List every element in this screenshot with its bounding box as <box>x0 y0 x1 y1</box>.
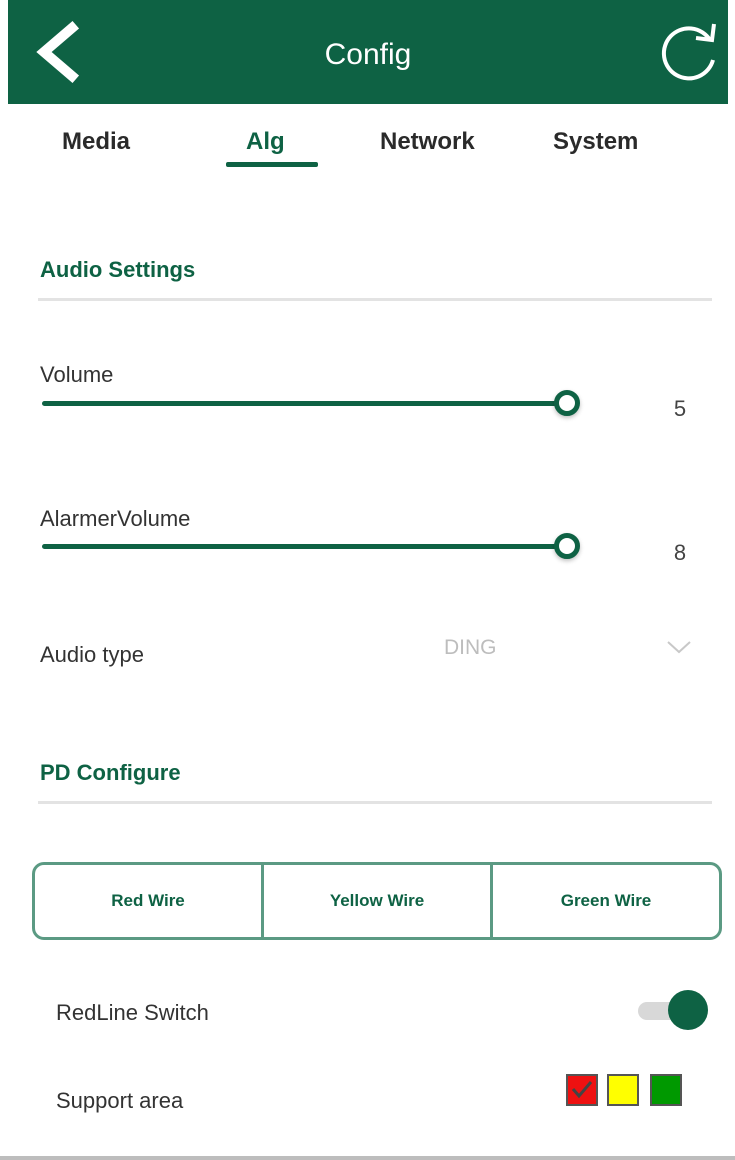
volume-value: 5 <box>673 396 687 421</box>
redline-switch-toggle[interactable] <box>638 990 710 1030</box>
audio-type-select[interactable]: DING <box>444 636 497 660</box>
alarmer-volume-label: AlarmerVolume <box>40 506 191 531</box>
slider-knob[interactable] <box>554 390 580 416</box>
chevron-down-icon[interactable] <box>664 636 694 658</box>
volume-slider[interactable] <box>42 388 582 418</box>
audio-type-label: Audio type <box>40 642 144 667</box>
alarmer-volume-slider[interactable] <box>42 531 582 561</box>
toggle-knob <box>668 990 708 1030</box>
green-area-swatch[interactable] <box>650 1074 682 1106</box>
refresh-icon[interactable] <box>656 18 722 84</box>
alarmer-volume-value: 8 <box>673 540 687 565</box>
audio-settings-title: Audio Settings <box>40 257 196 282</box>
tab-bar: Media Alg Network System <box>0 104 735 174</box>
section-divider <box>38 801 712 804</box>
slider-track <box>42 401 566 406</box>
tab-network[interactable]: Network <box>380 128 475 156</box>
wire-segmented-control: Red Wire Yellow Wire Green Wire <box>32 862 722 940</box>
tab-system[interactable]: System <box>553 128 638 156</box>
yellow-wire-button[interactable]: Yellow Wire <box>264 865 493 937</box>
green-wire-button[interactable]: Green Wire <box>493 865 719 937</box>
section-divider <box>38 298 712 301</box>
active-tab-indicator <box>226 162 318 167</box>
tab-media[interactable]: Media <box>62 128 130 156</box>
yellow-area-swatch[interactable] <box>607 1074 639 1106</box>
red-area-swatch[interactable] <box>566 1074 598 1106</box>
tab-alg[interactable]: Alg <box>246 128 285 156</box>
checkmark-icon <box>571 1081 593 1099</box>
red-wire-button[interactable]: Red Wire <box>35 865 264 937</box>
page-title: Config <box>324 38 412 71</box>
bottom-divider <box>0 1156 735 1160</box>
volume-label: Volume <box>40 362 114 387</box>
slider-track <box>42 544 566 549</box>
pd-configure-title: PD Configure <box>40 760 181 785</box>
slider-knob[interactable] <box>554 533 580 559</box>
app-header: Config <box>8 0 728 104</box>
support-area-label: Support area <box>56 1088 184 1113</box>
redline-switch-label: RedLine Switch <box>56 1000 209 1025</box>
